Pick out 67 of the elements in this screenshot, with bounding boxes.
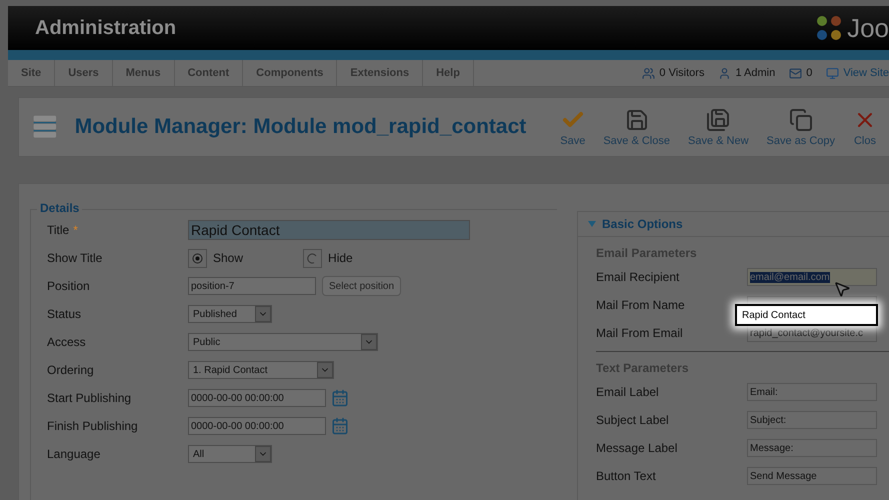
floppy-disks-icon <box>788 108 813 132</box>
field-label: Access <box>47 335 87 349</box>
field-label: Language <box>47 447 102 461</box>
calendar-icon[interactable] <box>331 417 349 435</box>
field-label: Title * <box>47 223 79 237</box>
select-position-button[interactable]: Select position <box>322 276 402 296</box>
input-field[interactable]: Subject: <box>747 411 877 429</box>
field-label: Email Label <box>596 385 660 399</box>
view-site-link[interactable]: View Site <box>843 67 889 79</box>
field-label: Show Title <box>47 251 104 265</box>
calendar-icon[interactable] <box>331 389 349 407</box>
field-label: Email Recipient <box>596 270 680 284</box>
position-field[interactable]: position-7 <box>188 277 316 295</box>
radio-button[interactable] <box>188 248 207 268</box>
floppy-disk-plus-icon <box>706 108 730 132</box>
field-label: Subject Label <box>596 413 670 427</box>
callout: Rapid Contact <box>735 304 878 326</box>
toolbar-button[interactable]: Save & Close <box>597 108 676 146</box>
input-field[interactable]: Message: <box>747 439 877 457</box>
field-label: Mail From Email <box>596 326 684 340</box>
dropdown[interactable]: Published <box>188 305 272 323</box>
radio-label: Hide <box>328 251 353 265</box>
brand-text: Joo <box>847 12 889 44</box>
field-label: Message Label <box>596 441 678 455</box>
radio-button[interactable] <box>303 248 322 268</box>
field-label: Finish Publishing <box>47 419 139 433</box>
required-mark: * <box>73 223 78 237</box>
menu-item[interactable]: Extensions <box>337 60 424 86</box>
field-label: Position <box>47 279 91 293</box>
basic-options-toggle[interactable]: Basic Options <box>578 212 889 237</box>
input-field[interactable]: Send Message <box>747 467 877 485</box>
menu-item[interactable]: Components <box>243 60 338 86</box>
status-text: 0 Visitors <box>659 67 704 79</box>
date-field[interactable]: 0000-00-00 00:00:00 <box>188 389 326 407</box>
menu-item[interactable]: Menus <box>112 60 175 86</box>
status-text: 1 Admin <box>735 67 776 79</box>
mouse-pointer-icon <box>833 280 851 298</box>
toolbar-button[interactable]: Save & New <box>682 108 755 146</box>
users-icon <box>642 66 656 80</box>
field-label: Mail From Name <box>596 298 686 312</box>
field-label: Ordering <box>47 363 95 377</box>
menu-item[interactable]: Help <box>423 60 474 86</box>
page-title: Module Manager: Module mod_rapid_contact <box>74 115 526 139</box>
monitor-icon <box>826 66 840 80</box>
toolbar-button[interactable]: Save as Copy <box>760 108 841 146</box>
input-field[interactable]: Email: <box>747 383 877 401</box>
radio-label: Show <box>213 251 244 265</box>
title-field[interactable]: Rapid Contact <box>188 220 470 240</box>
triangle-down-icon <box>588 220 596 228</box>
user-icon <box>718 66 732 80</box>
fieldset-legend: Details <box>37 201 82 215</box>
date-field[interactable]: 0000-00-00 00:00:00 <box>188 417 326 435</box>
menu-item[interactable]: Site <box>8 60 56 86</box>
field-label: Start Publishing <box>47 391 132 405</box>
dropdown[interactable]: Public <box>188 333 378 351</box>
dropdown[interactable]: All <box>188 445 272 463</box>
header-title: Administration <box>35 16 176 40</box>
menu-item[interactable]: Users <box>55 60 113 86</box>
field-label: Button Text <box>596 469 657 483</box>
toolbar-button[interactable]: Save <box>554 108 592 146</box>
close-button[interactable]: Clos <box>847 108 883 146</box>
field-label: Status <box>47 307 82 321</box>
mail-icon <box>789 66 802 80</box>
status-text: 0 <box>806 67 812 79</box>
input-field[interactable]: email@email.com <box>747 268 877 286</box>
dropdown[interactable]: 1. Rapid Contact <box>188 361 334 379</box>
logo-icon <box>815 14 844 42</box>
